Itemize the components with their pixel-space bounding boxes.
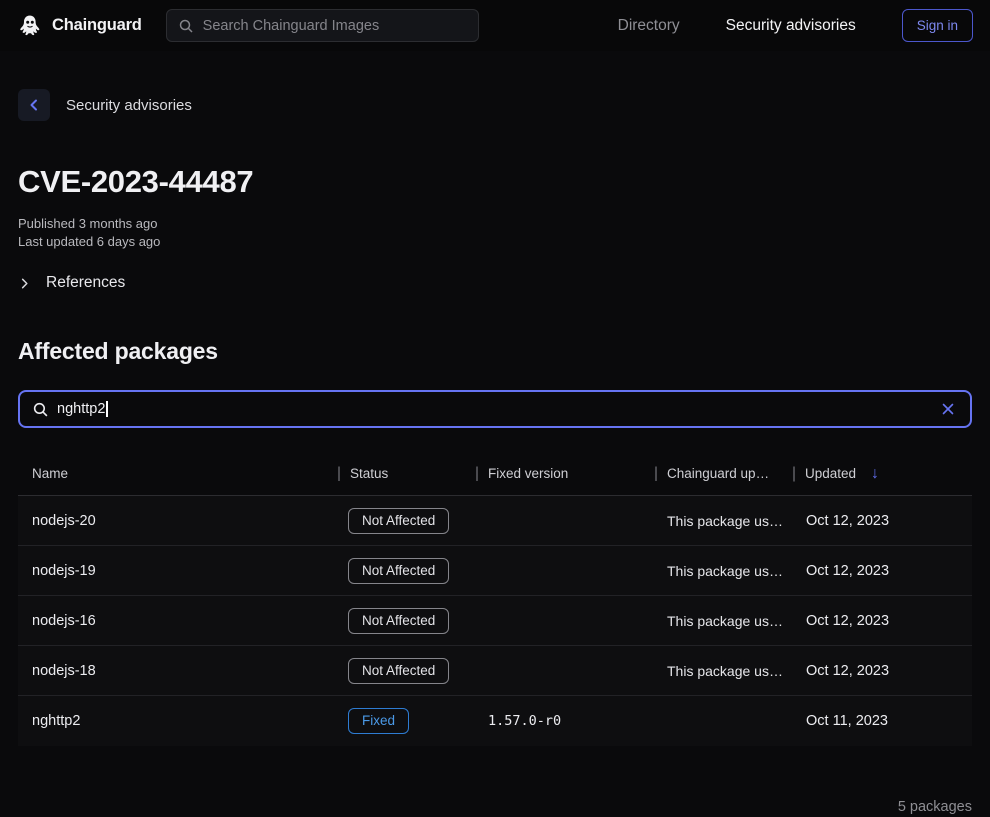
table-header: Name Status Fixed version Chainguard up…… [18, 452, 972, 496]
status-badge: Not Affected [348, 658, 449, 684]
octopus-logo-icon [17, 13, 43, 39]
chainguard-updates: This package us… [655, 513, 793, 529]
table-row[interactable]: nghttp2 Fixed 1.57.0-r0 Oct 11, 2023 [18, 696, 972, 746]
updated-date: Oct 11, 2023 [793, 713, 972, 729]
chainguard-updates: This package us… [655, 563, 793, 579]
global-search-box[interactable] [166, 9, 479, 42]
column-header-status[interactable]: Status [338, 466, 476, 481]
column-header-updated[interactable]: Updated ↓ [793, 465, 972, 483]
chainguard-updates: This package us… [655, 613, 793, 629]
table-row[interactable]: nodejs-20 Not Affected This package us… … [18, 496, 972, 546]
package-name[interactable]: nodejs-18 [18, 663, 338, 679]
sign-in-button[interactable]: Sign in [902, 9, 973, 42]
affected-packages-table: Name Status Fixed version Chainguard up…… [18, 452, 972, 746]
status-cell: Not Affected [338, 508, 476, 534]
updated-date: Oct 12, 2023 [793, 613, 972, 629]
updated-date: Oct 12, 2023 [793, 663, 972, 679]
updated-date: Oct 12, 2023 [793, 563, 972, 579]
nav-link-directory[interactable]: Directory [618, 17, 680, 35]
chevron-right-icon [18, 277, 31, 290]
breadcrumb: Security advisories [18, 89, 972, 121]
search-icon [178, 18, 194, 34]
text-cursor [106, 401, 108, 417]
affected-packages-heading: Affected packages [18, 338, 972, 365]
top-navbar: Chainguard Directory Security advisories… [0, 0, 990, 51]
search-icon [32, 401, 49, 418]
status-badge: Not Affected [348, 558, 449, 584]
package-count: 5 packages [18, 799, 972, 815]
package-name[interactable]: nodejs-19 [18, 563, 338, 579]
status-cell: Not Affected [338, 658, 476, 684]
back-button[interactable] [18, 89, 50, 121]
close-icon [940, 401, 956, 417]
column-header-fixed-version[interactable]: Fixed version [476, 466, 655, 481]
package-name[interactable]: nodejs-16 [18, 613, 338, 629]
table-body: nodejs-20 Not Affected This package us… … [18, 496, 972, 746]
status-badge: Fixed [348, 708, 409, 734]
status-badge: Not Affected [348, 508, 449, 534]
package-filter-input[interactable]: nghttp2 [18, 390, 972, 428]
chainguard-updates: This package us… [655, 663, 793, 679]
table-row[interactable]: nodejs-19 Not Affected This package us… … [18, 546, 972, 596]
status-cell: Not Affected [338, 558, 476, 584]
references-label: References [46, 274, 125, 292]
chevron-left-icon [27, 98, 41, 112]
fixed-version: 1.57.0-r0 [476, 713, 655, 729]
chainguard-logo[interactable]: Chainguard [17, 13, 142, 39]
status-badge: Not Affected [348, 608, 449, 634]
status-cell: Not Affected [338, 608, 476, 634]
page-title: CVE-2023-44487 [18, 164, 972, 200]
package-name[interactable]: nghttp2 [18, 713, 338, 729]
global-search-input[interactable] [203, 18, 467, 34]
column-header-chainguard-updates[interactable]: Chainguard up… [655, 466, 793, 481]
updated-date: Oct 12, 2023 [793, 513, 972, 529]
sort-descending-icon[interactable]: ↓ [871, 465, 879, 483]
published-date: Published 3 months ago [18, 215, 972, 233]
last-updated-date: Last updated 6 days ago [18, 233, 972, 251]
table-row[interactable]: nodejs-16 Not Affected This package us… … [18, 596, 972, 646]
references-toggle[interactable]: References [18, 274, 972, 292]
column-header-name[interactable]: Name [18, 466, 338, 481]
nav-link-security-advisories[interactable]: Security advisories [726, 17, 856, 35]
main-content: Security advisories CVE-2023-44487 Publi… [0, 89, 990, 815]
clear-search-button[interactable] [938, 399, 958, 419]
package-filter-value[interactable]: nghttp2 [57, 401, 930, 417]
status-cell: Fixed [338, 708, 476, 734]
table-row[interactable]: nodejs-18 Not Affected This package us… … [18, 646, 972, 696]
brand-name: Chainguard [52, 16, 142, 35]
package-name[interactable]: nodejs-20 [18, 513, 338, 529]
advisory-meta: Published 3 months ago Last updated 6 da… [18, 215, 972, 251]
breadcrumb-label[interactable]: Security advisories [66, 97, 192, 114]
